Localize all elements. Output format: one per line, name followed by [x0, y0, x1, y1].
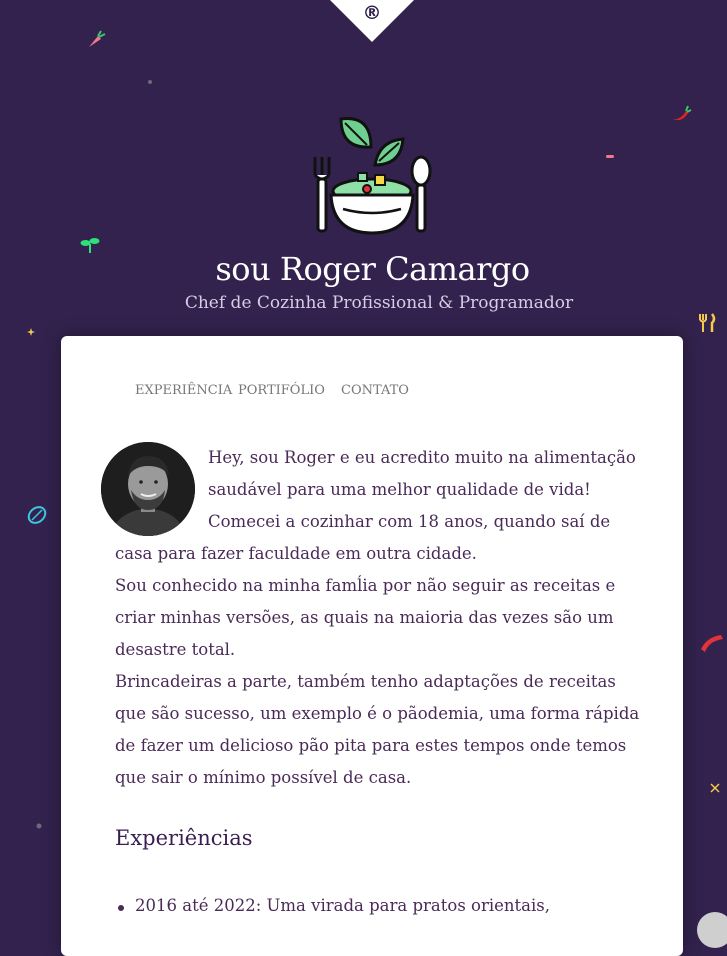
- intro-paragraph: Sou conhecido na minha famĺia por não se…: [115, 576, 616, 659]
- sparkle-icon: [148, 80, 152, 84]
- site-title: sou Roger Camargo: [215, 250, 530, 288]
- chili-pepper-icon: [672, 105, 692, 121]
- salad-bowl-icon: [313, 117, 432, 235]
- nav-link-contato[interactable]: CONTATO: [341, 383, 409, 398]
- intro-paragraph: Brincadeiras a parte, também tenho adapt…: [115, 672, 640, 787]
- content-card: EXPERIÊNCIA PORTIFÓLIO CONTATO Hey, sou …: [61, 336, 683, 956]
- lime-icon: [27, 506, 47, 524]
- cutlery-icon: [699, 313, 716, 332]
- sparkle-icon: [606, 155, 614, 158]
- scroll-top-button[interactable]: [697, 912, 727, 948]
- site-subtitle: Chef de Cozinha Profissional & Programad…: [184, 293, 574, 313]
- nav-link-portifolio[interactable]: PORTIFÓLIO: [238, 383, 325, 398]
- experiences-heading: Experiências: [115, 826, 253, 850]
- carrot-icon: [89, 30, 106, 47]
- registered-mark: ®: [362, 2, 382, 24]
- sparkle-icon: [710, 783, 720, 793]
- intro-text: Hey, sou Roger e eu acredito muito na al…: [115, 442, 645, 794]
- bacon-icon: [701, 635, 723, 652]
- sparkle-icon: [27, 328, 35, 336]
- sparkle-icon: [36, 823, 42, 829]
- list-item: 2016 até 2022: Uma virada para pratos or…: [115, 896, 550, 915]
- registered-badge: ®: [330, 0, 414, 42]
- experiences-list: 2016 até 2022: Uma virada para pratos or…: [115, 896, 550, 915]
- nav-link-experiencia[interactable]: EXPERIÊNCIA: [135, 383, 232, 398]
